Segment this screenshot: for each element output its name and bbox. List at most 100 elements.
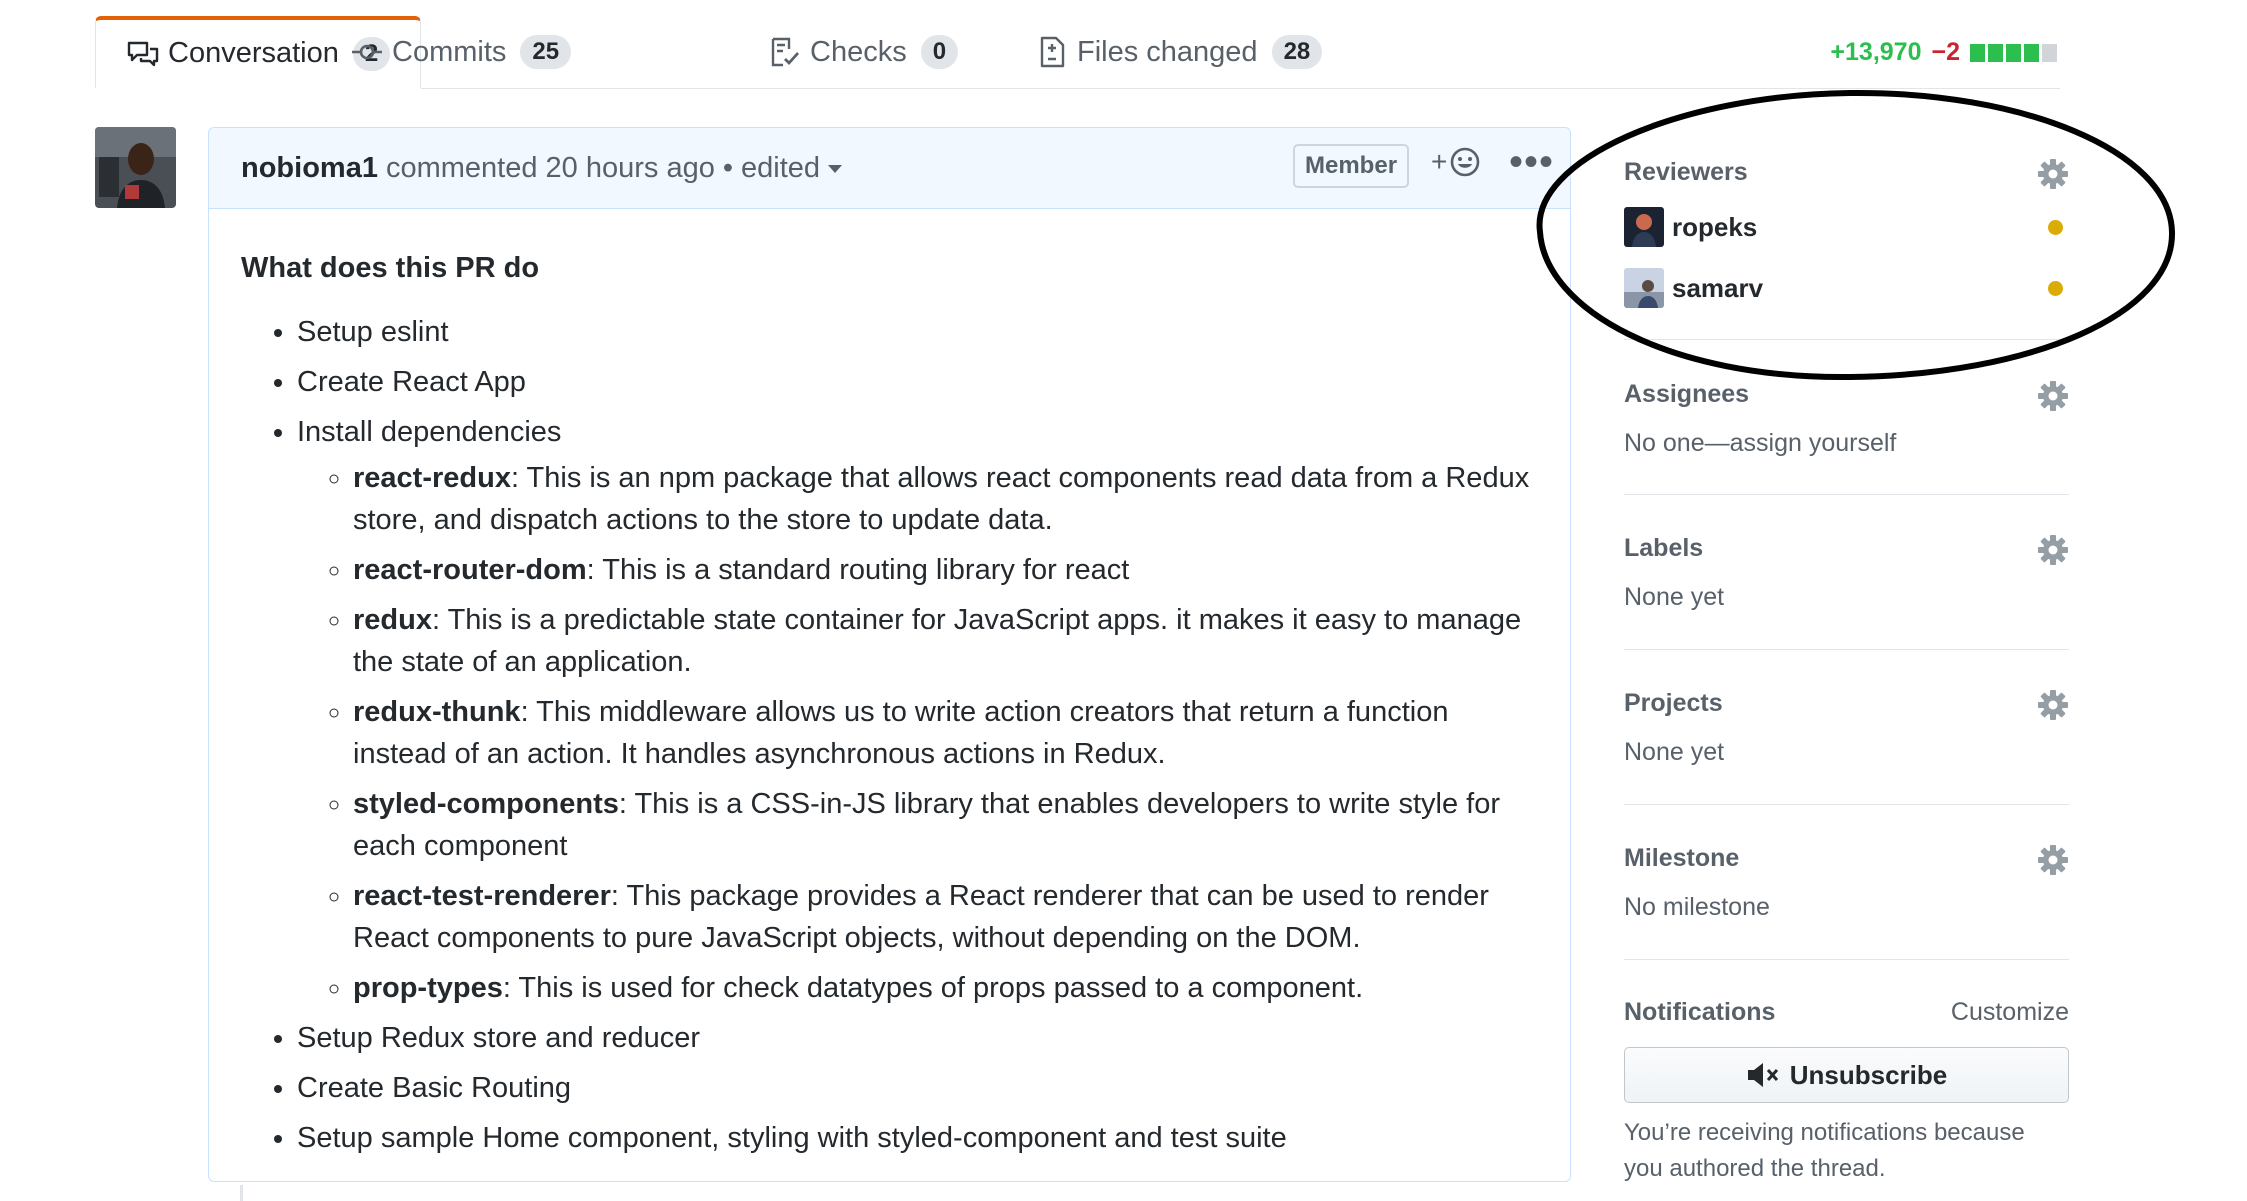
- reviewer-avatar: [1624, 268, 1664, 308]
- dependency-name: redux-thunk: [353, 696, 521, 728]
- comment-heading: What does this PR do: [241, 252, 540, 284]
- tab-counter: 25: [520, 35, 572, 69]
- tab-counter: 28: [1271, 35, 1323, 69]
- list-item: Setup eslint: [297, 311, 1538, 353]
- dependency-desc: : This is an npm package that allows rea…: [353, 462, 1530, 536]
- gear-icon[interactable]: [2037, 689, 2069, 721]
- review-pending-icon: [2048, 281, 2063, 296]
- list-item: Setup Redux store and reducer: [297, 1017, 1538, 1059]
- diffstat-blocks: [1970, 43, 2060, 62]
- dependency-item: prop-types: This is used for check datat…: [353, 967, 1538, 1009]
- author-avatar[interactable]: [95, 127, 176, 208]
- unsubscribe-button[interactable]: Unsubscribe: [1624, 1047, 2069, 1103]
- reviewer-avatar: [1624, 207, 1664, 247]
- notification-reason: You’re receiving notifications because y…: [1624, 1119, 2025, 1182]
- assign-yourself-link[interactable]: No one—assign yourself: [1624, 429, 2069, 458]
- chevron-down-icon: [828, 164, 843, 173]
- dependency-item: react-test-renderer: This package provid…: [353, 875, 1538, 959]
- gear-icon[interactable]: [2037, 158, 2069, 190]
- tab-label: Commits: [392, 35, 507, 68]
- comment-author[interactable]: nobioma1: [241, 152, 378, 185]
- diffstat-deletions: −2: [1931, 38, 1960, 66]
- edited-dropdown[interactable]: edited: [741, 151, 843, 185]
- more-options-button[interactable]: •••: [1509, 142, 1554, 182]
- review-pending-icon: [2048, 220, 2063, 235]
- dependency-item: redux-thunk: This middleware allows us t…: [353, 691, 1538, 775]
- member-badge: Member: [1293, 144, 1410, 188]
- notifications-section: Notifications Customize Unsubscribe You’…: [1624, 960, 2069, 1187]
- tab-commits[interactable]: Commits 25: [350, 16, 572, 88]
- dependency-list: react-redux: This is an npm package that…: [297, 457, 1538, 1009]
- diffstat-block-add: [1988, 43, 2003, 62]
- dependency-name: react-test-renderer: [353, 880, 611, 912]
- diffstat-additions: +13,970: [1830, 38, 1922, 66]
- list-item: Create React App: [297, 361, 1538, 403]
- gear-icon[interactable]: [2037, 844, 2069, 876]
- projects-section: Projects None yet: [1624, 650, 2069, 805]
- file-diff-icon: [1035, 35, 1069, 69]
- labels-value: None yet: [1624, 583, 1725, 611]
- customize-link[interactable]: Customize: [1951, 998, 2069, 1027]
- dependency-desc: : This is a predictable state container …: [353, 604, 1522, 678]
- checklist-icon: [768, 35, 802, 69]
- dependency-name: prop-types: [353, 972, 503, 1004]
- smiley-icon: [1449, 146, 1481, 178]
- dependency-name: styled-components: [353, 788, 619, 820]
- labels-heading[interactable]: Labels: [1624, 534, 2069, 563]
- list-item-text: Install dependencies: [297, 416, 562, 448]
- task-list: Setup eslint Create React App Install de…: [241, 311, 1538, 1159]
- diffstat-block-add: [2006, 43, 2021, 62]
- reviewer-ropeks[interactable]: ropeks: [1624, 207, 2069, 247]
- comment-header: nobioma1 commented 20 hours ago • edited…: [209, 128, 1570, 209]
- mute-icon: [1746, 1061, 1782, 1089]
- reviewers-heading[interactable]: Reviewers: [1624, 158, 2069, 187]
- plus-label: +: [1431, 146, 1448, 177]
- diffstat-block-add: [2024, 43, 2039, 62]
- projects-heading[interactable]: Projects: [1624, 689, 2069, 718]
- assignees-heading[interactable]: Assignees: [1624, 380, 2069, 409]
- diffstat: +13,970 −2: [1830, 38, 2060, 67]
- milestone-section: Milestone No milestone: [1624, 805, 2069, 960]
- dependency-name: react-router-dom: [353, 554, 587, 586]
- list-item: Create Basic Routing: [297, 1067, 1538, 1109]
- diffstat-block-add: [1970, 43, 1985, 62]
- pr-description-comment: nobioma1 commented 20 hours ago • edited…: [208, 127, 1571, 1182]
- comment-separator: •: [722, 151, 733, 184]
- diffstat-block-neutral: [2042, 43, 2057, 62]
- projects-value: None yet: [1624, 738, 1725, 766]
- reviewer-name: ropeks: [1672, 211, 1758, 242]
- reviewer-name: samarv: [1672, 272, 1764, 303]
- pr-tab-bar: Conversation 2 Commits 25 Checks 0 Files…: [95, 16, 2060, 89]
- dependency-name: react-redux: [353, 462, 511, 494]
- unsubscribe-label: Unsubscribe: [1789, 1059, 1948, 1090]
- dependency-item: styled-components: This is a CSS-in-JS l…: [353, 783, 1538, 867]
- tab-label: Files changed: [1077, 35, 1258, 68]
- comment-timestamp[interactable]: commented 20 hours ago: [386, 152, 715, 185]
- tab-checks[interactable]: Checks 0: [768, 16, 959, 88]
- pr-sidebar: Reviewers ropeks samarv Assignees No one…: [1624, 140, 2069, 1187]
- reviewer-samarv[interactable]: samarv: [1624, 268, 2069, 308]
- timeline-line: [240, 1185, 243, 1201]
- dependency-name: redux: [353, 604, 432, 636]
- dependency-item: react-router-dom: This is a standard rou…: [353, 549, 1538, 591]
- reviewers-section: Reviewers ropeks samarv: [1624, 140, 2069, 340]
- tab-label: Conversation: [168, 37, 339, 69]
- milestone-value: No milestone: [1624, 893, 1770, 921]
- gear-icon[interactable]: [2037, 534, 2069, 566]
- dependency-desc: : This is used for check datatypes of pr…: [502, 972, 1364, 1004]
- edited-label: edited: [741, 151, 821, 184]
- tab-files-changed[interactable]: Files changed 28: [1035, 16, 1323, 88]
- assignees-section: Assignees No one—assign yourself: [1624, 340, 2069, 495]
- tab-label: Checks: [810, 35, 907, 68]
- gear-icon[interactable]: [2037, 380, 2069, 412]
- dependency-desc: : This is a standard routing library for…: [586, 554, 1130, 586]
- git-commit-icon: [350, 35, 384, 69]
- labels-section: Labels None yet: [1624, 495, 2069, 650]
- dependency-item: redux: This is a predictable state conta…: [353, 599, 1538, 683]
- list-item: Setup sample Home component, styling wit…: [297, 1117, 1538, 1159]
- dependency-item: react-redux: This is an npm package that…: [353, 457, 1538, 541]
- add-reaction-button[interactable]: +: [1431, 146, 1481, 178]
- comment-discussion-icon: [126, 37, 160, 71]
- list-item: Install dependencies react-redux: This i…: [297, 411, 1538, 1009]
- milestone-heading[interactable]: Milestone: [1624, 844, 2069, 873]
